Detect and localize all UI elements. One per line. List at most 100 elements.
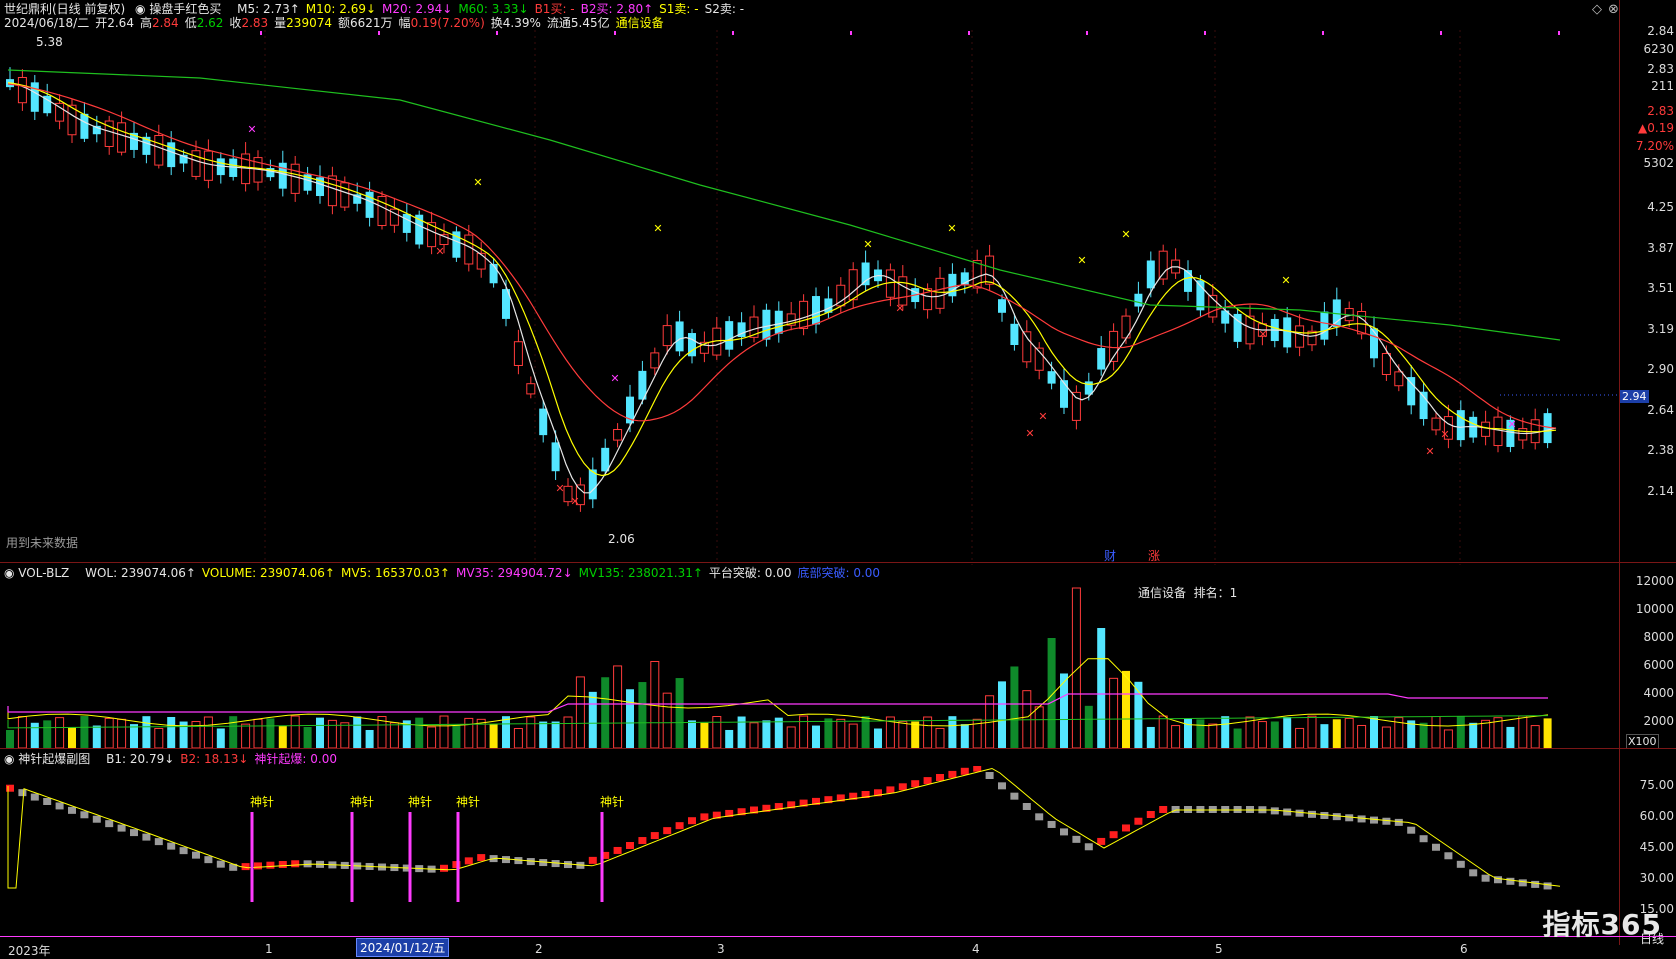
- vol-tick-2: 8000: [1643, 630, 1674, 644]
- volume-chart[interactable]: [0, 580, 1619, 752]
- volume-bar: [539, 721, 548, 748]
- candle-body: [1184, 270, 1192, 292]
- price-high-note: 5.38: [36, 35, 63, 49]
- high-label: 高: [139, 16, 152, 30]
- candle-body: [1071, 391, 1081, 421]
- osc-bar: [948, 770, 957, 778]
- volume-bar: [327, 719, 337, 749]
- volume-bar: [1010, 666, 1019, 748]
- volume-bar: [551, 721, 560, 748]
- candle-body: [526, 383, 536, 395]
- osc-header: ◉ 神针起爆副图 B1: 20.79↓ B2: 18.13↓ 神针起爆: 0.00: [4, 752, 349, 766]
- osc-bar: [1072, 835, 1081, 843]
- candle-body: [1407, 377, 1416, 406]
- vol-item-6: 底部突破: 0.00: [797, 566, 881, 580]
- volume-bar: [786, 726, 796, 749]
- candle-body: [935, 277, 945, 309]
- osc-bar: [1060, 828, 1068, 836]
- volume-bar: [142, 716, 151, 748]
- vol-dropdown[interactable]: ◉ VOL-BLZ: [4, 566, 75, 580]
- candle-body: [402, 213, 411, 233]
- close-icon[interactable]: ⊗: [1608, 2, 1619, 17]
- osc-bar: [278, 860, 287, 868]
- osc-bar: [154, 838, 163, 846]
- top-dot: [732, 31, 734, 35]
- close-label: 收: [229, 16, 242, 30]
- volume-bar: [203, 716, 213, 749]
- needle-label-1: 神针: [350, 794, 374, 809]
- vol-label: 量: [274, 16, 287, 30]
- osc-bar: [663, 827, 672, 835]
- candle-body: [998, 299, 1006, 313]
- sell-marker-7: ✕: [1425, 445, 1434, 458]
- price-chart[interactable]: ✕ ✕ ✕ ✕ ✕ ✕ ✕ ✕ ✕ ✕ ✕ ✕ ✕ ✕ ✕ ✕ ✕ ✕ ✕: [0, 30, 1619, 565]
- quote-0: 2.84: [1647, 24, 1674, 38]
- candle-body: [154, 134, 164, 166]
- indicator-dropdown[interactable]: ◉ 操盘手红色买: [135, 2, 227, 16]
- osc-bar: [1432, 843, 1440, 851]
- ma-item-6: S1卖: -: [659, 2, 699, 16]
- volume-bar: [1071, 587, 1081, 749]
- mv5-line: [7, 658, 1549, 727]
- stock-title[interactable]: 世纪鼎利(日线 前复权): [4, 2, 125, 16]
- osc-bar: [886, 786, 895, 794]
- vol-tick-0: 12000: [1635, 574, 1674, 588]
- quote-2: 2.83: [1647, 62, 1674, 76]
- settings-icon[interactable]: ◇: [1592, 2, 1602, 17]
- candle-body: [774, 310, 783, 334]
- candle-body: [340, 182, 350, 208]
- buy-marker-7: ✕: [610, 372, 619, 385]
- candle-body: [278, 162, 287, 189]
- volume-bar: [960, 724, 969, 748]
- osc-bar: [1109, 831, 1118, 839]
- osc-item-1: B2: 18.13↓: [180, 752, 249, 766]
- volume-bar: [17, 716, 27, 749]
- ma60-line: [7, 69, 1561, 341]
- volume-bar: [439, 715, 449, 749]
- sell-marker-4: ✕: [1025, 427, 1034, 440]
- buy-marker-3: ✕: [947, 222, 956, 235]
- amt-value: 6621万: [350, 16, 393, 30]
- candle-body: [1370, 328, 1378, 359]
- candle-body: [762, 309, 771, 340]
- industry-link[interactable]: 通信设备: [616, 16, 664, 30]
- volume-bar: [1257, 721, 1267, 749]
- price-tick-0: 4.25: [1647, 200, 1674, 214]
- vol-header: ◉ VOL-BLZ WOL: 239074.06↑ VOLUME: 239074.…: [4, 566, 892, 580]
- vol-tick-1: 10000: [1635, 602, 1674, 616]
- candle-body: [1320, 311, 1329, 340]
- volume-bar: [167, 716, 176, 748]
- sell-marker-0: ✕: [435, 245, 444, 258]
- needle-label-3: 神针: [456, 794, 480, 809]
- candle-body: [1010, 323, 1019, 345]
- top-dot: [260, 31, 262, 35]
- osc-bar: [1345, 814, 1354, 822]
- osc-name: 神针起爆副图: [18, 752, 91, 766]
- top-dot: [1322, 31, 1324, 35]
- osc-bar: [1308, 810, 1316, 818]
- candle-body: [675, 321, 684, 352]
- osc-bar: [1382, 817, 1391, 825]
- osc-bar: [18, 789, 27, 797]
- volume-bar: [1084, 705, 1093, 748]
- volume-bar: [948, 716, 957, 748]
- candle-body: [861, 262, 870, 286]
- x-year: 2023年: [8, 944, 51, 958]
- osc-dropdown[interactable]: ◉ 神针起爆副图: [4, 752, 96, 766]
- osc-bar: [1146, 810, 1155, 818]
- volume-bar: [1357, 724, 1367, 749]
- volume-bar: [700, 722, 709, 748]
- candle-body: [613, 429, 623, 441]
- vol-item-2: MV5: 165370.03↑: [340, 566, 450, 580]
- vol-item-0: WOL: 239074.06↑: [85, 566, 196, 580]
- chg-value: 0.19(7.20%): [410, 16, 485, 30]
- volume-bar: [1332, 719, 1341, 748]
- volume-bar: [874, 728, 882, 748]
- volume-bar: [836, 718, 846, 749]
- osc-bar: [43, 798, 52, 805]
- pane-divider-2: [0, 748, 1676, 749]
- osc-bar: [675, 822, 684, 830]
- oscillator-chart[interactable]: 神针 神针 神针 神针 神针: [0, 766, 1619, 938]
- volume-bar: [935, 727, 945, 749]
- volume-bar: [353, 716, 362, 748]
